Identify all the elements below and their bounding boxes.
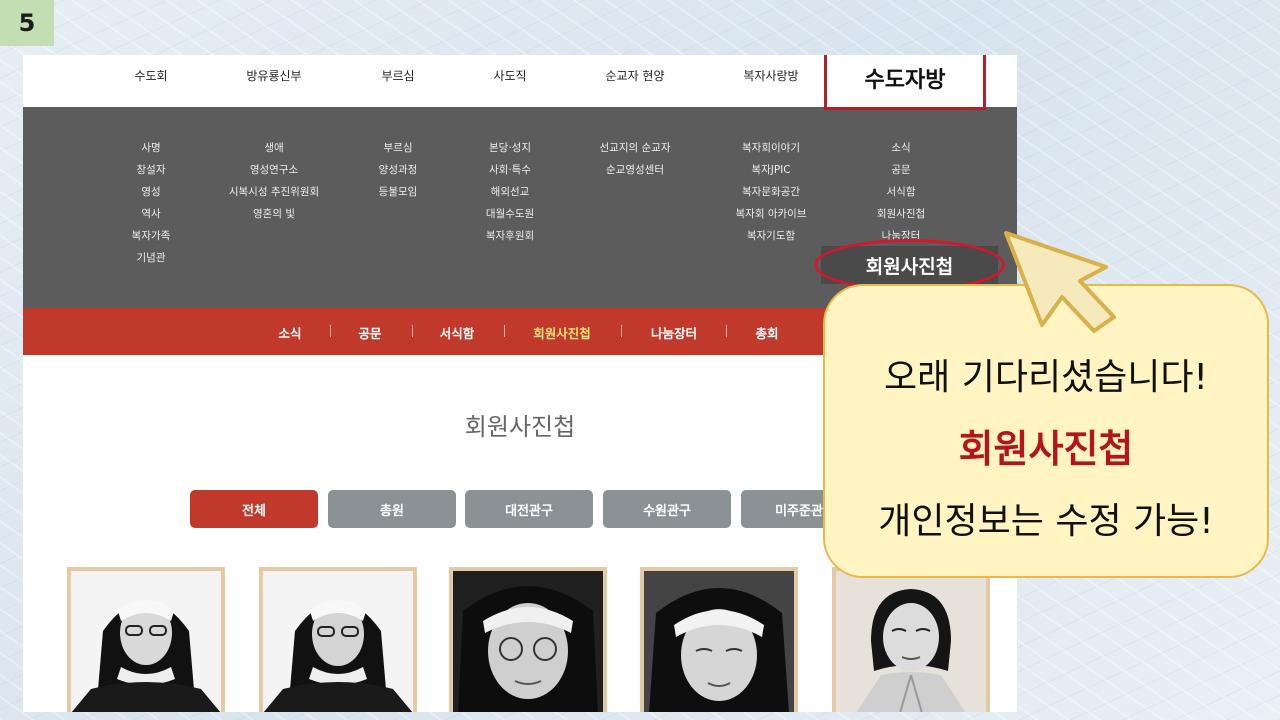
member-photo[interactable] <box>449 567 607 712</box>
mega-link[interactable]: 복자JPIC <box>736 159 807 181</box>
mega-column-6: 복자회이야기 복자JPIC 복자문화공간 복자회 아카이브 복자기도함 <box>736 137 807 247</box>
tab-separator <box>330 325 331 337</box>
member-photo[interactable] <box>259 567 417 712</box>
mega-link[interactable]: 복자후원회 <box>486 225 534 247</box>
mega-link[interactable]: 영혼의 빛 <box>229 203 319 225</box>
slide-number: 5 <box>0 0 54 46</box>
mega-link[interactable]: 복자가족 <box>132 225 171 247</box>
mega-link[interactable]: 대월수도원 <box>486 203 534 225</box>
tab-sharing-market[interactable]: 나눔장터 <box>651 323 697 342</box>
callout-line-1: 오래 기다리셨습니다! <box>884 357 1208 398</box>
mega-link[interactable]: 회원사진첩 <box>877 203 925 225</box>
filter-daejeon-button[interactable]: 대전관구 <box>465 490 593 528</box>
mega-link[interactable]: 서식함 <box>877 181 925 203</box>
tab-separator <box>621 325 622 337</box>
mega-link[interactable]: 소식 <box>877 137 925 159</box>
mega-link[interactable]: 부르심 <box>379 137 418 159</box>
mega-link[interactable]: 등불모임 <box>379 181 418 203</box>
nav-item-vocation[interactable]: 부르심 <box>381 67 414 84</box>
nav-item-blessed-room[interactable]: 복자사랑방 <box>743 67 798 84</box>
tab-separator <box>726 325 727 337</box>
tab-separator <box>504 325 505 337</box>
mega-column-2: 생애 영성연구소 시복시성 추진위원회 영혼의 빛 <box>229 137 319 225</box>
mega-link[interactable]: 양성과정 <box>379 159 418 181</box>
nun-portrait-icon <box>644 571 794 712</box>
filter-generalate-button[interactable]: 총원 <box>328 490 456 528</box>
person-portrait-icon <box>836 571 986 712</box>
nav-item-order[interactable]: 수도회 <box>134 67 167 84</box>
mega-link[interactable]: 해외선교 <box>486 181 534 203</box>
mega-column-5: 선교지의 순교자 순교영성센터 <box>600 137 671 181</box>
mega-link[interactable]: 본당·성지 <box>486 137 534 159</box>
mega-link[interactable]: 복자문화공간 <box>736 181 807 203</box>
nav-item-apostolate[interactable]: 사도직 <box>493 67 526 84</box>
tab-news[interactable]: 소식 <box>278 323 301 342</box>
mega-link[interactable]: 선교지의 순교자 <box>600 137 671 159</box>
mega-column-1: 사명 창설자 영성 역사 복자가족 기념관 <box>132 137 171 269</box>
callout-line-3: 개인정보는 수정 가능! <box>878 501 1214 542</box>
mega-link[interactable]: 공문 <box>877 159 925 181</box>
mega-menu: 사명 창설자 영성 역사 복자가족 기념관 생애 영성연구소 시복시성 추진위원… <box>23 107 1017 308</box>
mega-link[interactable]: 복자회 아카이브 <box>736 203 807 225</box>
nun-portrait-icon <box>71 571 221 712</box>
callout-line-2: 회원사진첩 <box>958 427 1134 471</box>
tab-notice[interactable]: 공문 <box>358 323 381 342</box>
mega-link[interactable]: 시복시성 추진위원회 <box>229 181 319 203</box>
nun-portrait-icon <box>453 571 603 712</box>
nav-item-religious-room-active[interactable]: 수도자방 <box>824 55 986 110</box>
mega-column-3: 부르심 양성과정 등불모임 <box>379 137 418 203</box>
pointer-arrow-icon <box>1004 231 1116 333</box>
tab-separator <box>412 325 413 337</box>
mega-link[interactable]: 기념관 <box>132 247 171 269</box>
tab-forms[interactable]: 서식함 <box>440 323 475 342</box>
mega-link[interactable]: 생애 <box>229 137 319 159</box>
mega-link[interactable]: 영성 <box>132 181 171 203</box>
mega-column-4: 본당·성지 사회·특수 해외선교 대월수도원 복자후원회 <box>486 137 534 247</box>
mega-link[interactable]: 복자기도함 <box>736 225 807 247</box>
mega-link[interactable]: 복자회이야기 <box>736 137 807 159</box>
filter-all-button[interactable]: 전체 <box>190 490 318 528</box>
mega-link[interactable]: 순교영성센터 <box>600 159 671 181</box>
member-photo[interactable] <box>67 567 225 712</box>
filter-suwon-button[interactable]: 수원관구 <box>603 490 731 528</box>
nav-item-founder[interactable]: 방유룡신부 <box>246 67 301 84</box>
tab-photo-album[interactable]: 회원사진첩 <box>533 323 591 342</box>
nun-portrait-icon <box>263 571 413 712</box>
mega-link[interactable]: 사회·특수 <box>486 159 534 181</box>
mega-link[interactable]: 창설자 <box>132 159 171 181</box>
mega-link[interactable]: 사명 <box>132 137 171 159</box>
nav-item-martyrs[interactable]: 순교자 현양 <box>605 67 664 84</box>
member-photo[interactable] <box>832 567 990 712</box>
tab-general-chapter[interactable]: 총회 <box>755 323 778 342</box>
member-photo[interactable] <box>640 567 798 712</box>
mega-link[interactable]: 영성연구소 <box>229 159 319 181</box>
mega-link[interactable]: 역사 <box>132 203 171 225</box>
